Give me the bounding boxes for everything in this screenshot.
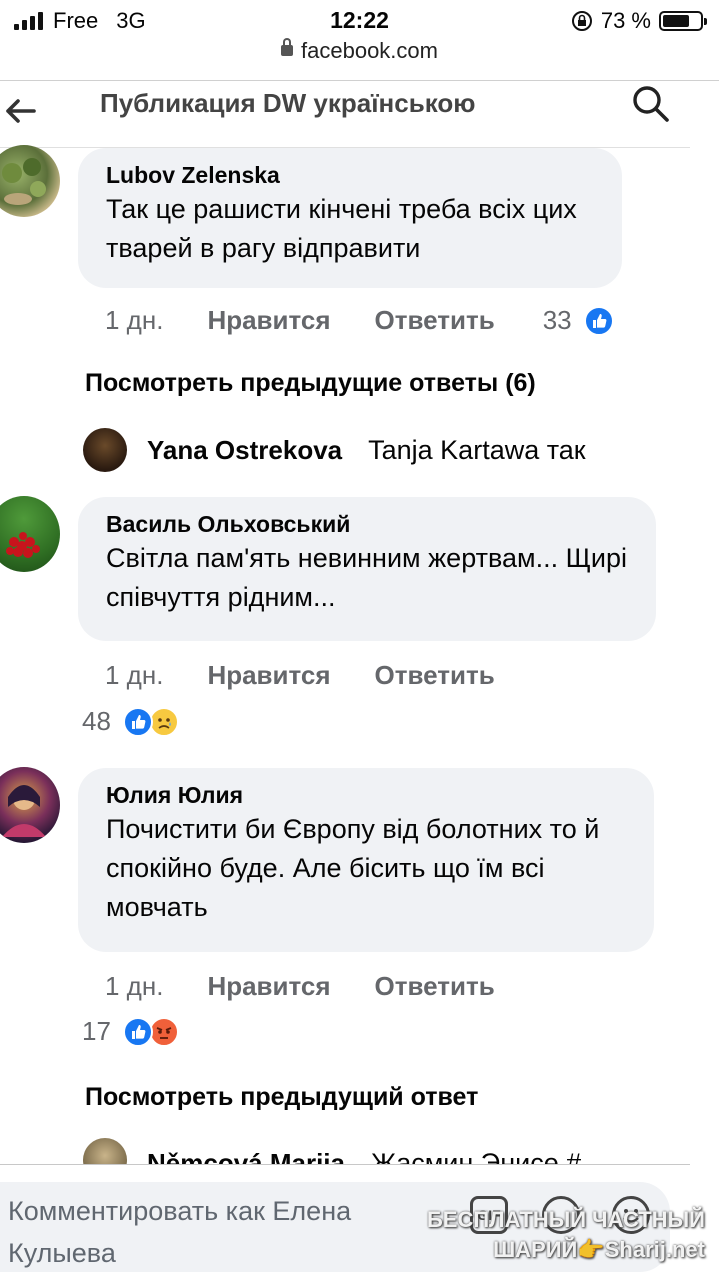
orientation-lock-icon: [571, 11, 592, 31]
like-button[interactable]: Нравится: [207, 971, 330, 1002]
back-arrow-icon[interactable]: [2, 93, 38, 129]
url-text: facebook.com: [301, 38, 438, 63]
comment-bubble[interactable]: Юлия Юлия Почистити би Європу від болотн…: [78, 768, 654, 952]
reply-author[interactable]: Němcová Marija: [147, 1148, 345, 1164]
reaction-summary[interactable]: 48: [82, 706, 179, 737]
avatar[interactable]: [0, 496, 60, 572]
page-title: Публикация DW українською: [100, 88, 476, 118]
sad-reaction-icon: [148, 706, 179, 737]
comment-input[interactable]: Комментировать как Елена Кулыева: [8, 1190, 438, 1274]
reply-text: Tanja Kartawa так: [368, 434, 586, 465]
reaction-count[interactable]: 33: [543, 305, 572, 336]
angry-reaction-icon: [148, 1016, 179, 1047]
reply-button[interactable]: Ответить: [375, 971, 495, 1002]
avatar[interactable]: [83, 428, 127, 472]
comment-actions: 1 дн. Нравится Ответить: [105, 971, 495, 1002]
reply-preview[interactable]: Yana Ostrekova Tanja Kartawa так: [83, 428, 586, 472]
like-reaction-icon: [122, 706, 153, 737]
reply-text: Жасмин Энисе #: [370, 1148, 582, 1164]
like-button[interactable]: Нравится: [207, 305, 330, 336]
url-bar[interactable]: facebook.com: [0, 37, 719, 68]
comment-author[interactable]: Юлия Юлия: [106, 780, 628, 810]
watermark-line-1: БЕСПЛАТНЫЙ ЧАСТНЫЙ: [426, 1207, 705, 1232]
watermark-line-2: ШАРИЙ👉Sharij.net: [493, 1237, 705, 1262]
lock-icon: [281, 37, 294, 56]
reply-button[interactable]: Ответить: [375, 660, 495, 691]
view-previous-replies[interactable]: Посмотреть предыдущие ответы (6): [85, 369, 536, 398]
divider: [0, 1164, 690, 1165]
comment-text: Почистити би Європу від болотних то й сп…: [106, 814, 600, 922]
avatar[interactable]: [0, 767, 60, 843]
comment-time[interactable]: 1 дн.: [105, 305, 163, 336]
comment-author[interactable]: Василь Ольховський: [106, 509, 630, 539]
comment-actions: 1 дн. Нравится Ответить 33: [105, 305, 665, 336]
comment-time[interactable]: 1 дн.: [105, 660, 163, 691]
reply-preview[interactable]: Němcová Marija Жасмин Энисе #: [83, 1138, 581, 1164]
battery-icon: [659, 11, 707, 31]
view-previous-reply[interactable]: Посмотреть предыдущий ответ: [85, 1083, 478, 1112]
watermark: БЕСПЛАТНЫЙ ЧАСТНЫЙ ШАРИЙ👉Sharij.net: [427, 1205, 705, 1265]
like-reaction-icon: [122, 1016, 153, 1047]
like-reaction-icon: [583, 305, 614, 336]
reaction-summary[interactable]: 17: [82, 1016, 179, 1047]
reply-author[interactable]: Yana Ostrekova: [147, 435, 342, 466]
reaction-count: 17: [82, 1016, 111, 1046]
comment-actions: 1 дн. Нравится Ответить: [105, 660, 495, 691]
reply-button[interactable]: Ответить: [375, 305, 495, 336]
comment-time[interactable]: 1 дн.: [105, 971, 163, 1002]
comment-bubble[interactable]: Василь Ольховський Світла пам'ять невинн…: [78, 497, 656, 641]
status-bar: Free 3G 12:22 73 %: [0, 0, 719, 40]
search-icon[interactable]: [631, 84, 671, 124]
like-button[interactable]: Нравится: [207, 660, 330, 691]
comment-bubble[interactable]: Lubov Zelenska Так це рашисти кінчені тр…: [78, 148, 622, 288]
status-right: 73 %: [571, 8, 707, 34]
reaction-count: 48: [82, 706, 111, 736]
page-header: Публикация DW українською: [0, 81, 719, 147]
avatar[interactable]: [83, 1138, 127, 1164]
comment-author[interactable]: Lubov Zelenska: [106, 160, 596, 190]
avatar[interactable]: [0, 145, 60, 217]
comment-text: Світла пам'ять невинним жертвам... Щирі …: [106, 543, 628, 612]
comment-text: Так це рашисти кінчені треба всіх цих тв…: [106, 194, 577, 263]
battery-percent: 73 %: [600, 8, 651, 33]
